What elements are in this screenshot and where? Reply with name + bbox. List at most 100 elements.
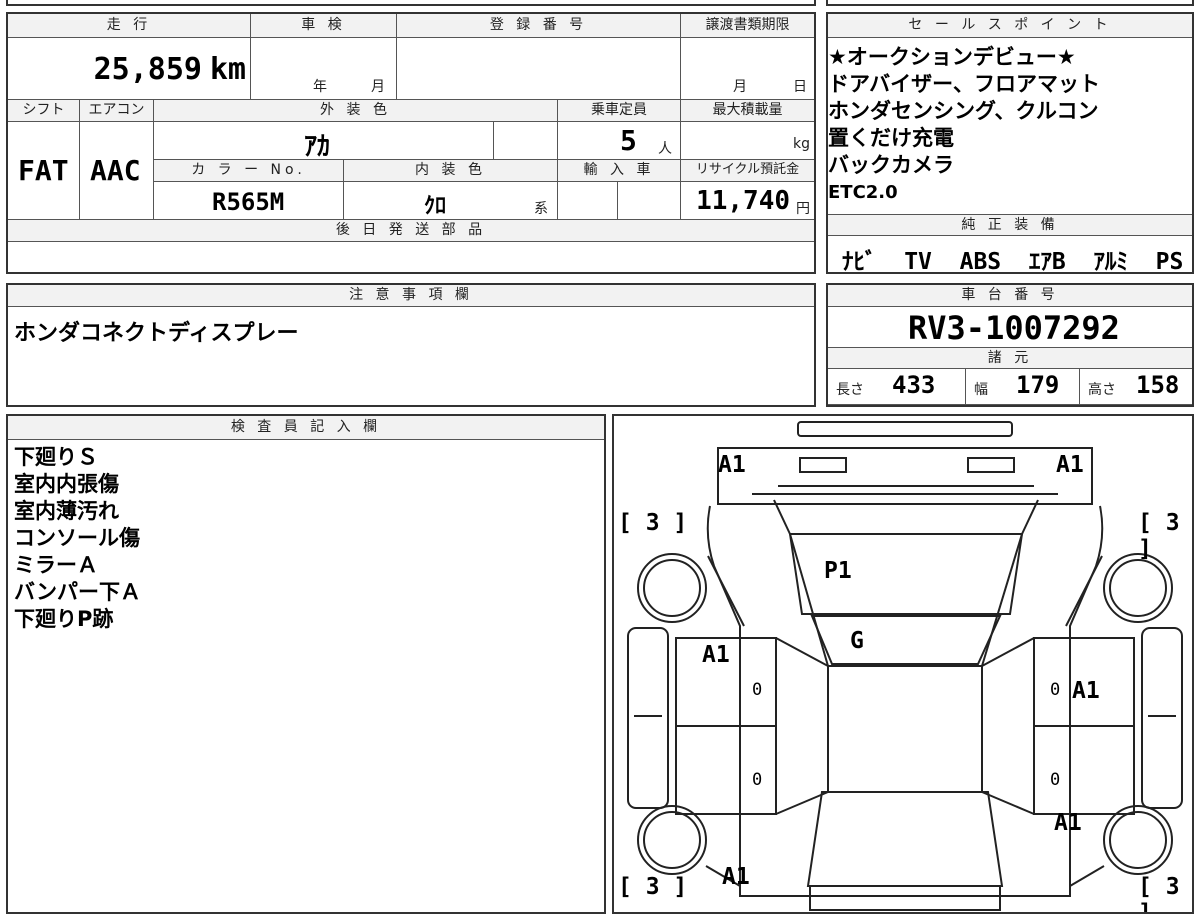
length-cell: 長さ 433 <box>828 369 966 405</box>
inspector-item: 室内薄汚れ <box>14 499 119 523</box>
mileage-cell: 25,859 km <box>8 38 251 100</box>
equipment-list: ﾅﾋﾞ TV ABS ｴｱB ｱﾙﾐ PS PW <box>842 242 1200 276</box>
inspector-item: コンソール傷 <box>14 526 140 550</box>
registration-header: 登 録 番 号 <box>397 14 681 38</box>
chassis-number: RV3-1007292 <box>908 309 1120 347</box>
equipment-item: ABS <box>959 249 1002 275</box>
exterior-value: ｱｶ <box>304 132 331 162</box>
shift-header: シフト <box>8 100 80 122</box>
tire-rear-left: [ 3 ] <box>618 874 688 900</box>
notes-text: ホンダコネクトディスプレー <box>14 321 299 346</box>
length-value: 433 <box>892 371 936 399</box>
inspector-item: 室内内張傷 <box>14 472 119 496</box>
tire-front-right: [ 3 ] <box>1138 510 1180 562</box>
sales-point-item: バックカメラ <box>828 153 954 177</box>
damage-map: A1 A1 [ 3 ] [ 3 ] P1 G A1 0 0 A1 0 0 A1 … <box>612 414 1194 914</box>
inspector-item: 下廻りP跡 <box>14 607 114 631</box>
width-label: 幅 <box>974 382 988 398</box>
interior-cell: ｸﾛ 系 <box>344 182 558 220</box>
damage-left-front-door: A1 <box>702 642 730 668</box>
chassis-header: 車 台 番 号 <box>828 285 1192 307</box>
tire-rear-right: [ 3 ] <box>1138 874 1180 914</box>
inspector-item: ミラーＡ <box>14 553 98 577</box>
interior-value: ｸﾛ <box>424 194 447 219</box>
transfer-day-unit: 日 <box>793 79 807 95</box>
length-label: 長さ <box>836 382 864 398</box>
recycle-cell: 11,740 円 <box>681 182 814 220</box>
tire-front-left: [ 3 ] <box>618 510 688 536</box>
car-diagram <box>627 421 1183 911</box>
height-cell: 高さ 158 <box>1080 369 1192 405</box>
aircon-header: エアコン <box>80 100 154 122</box>
inspector-item: 下廻りＳ <box>14 445 98 469</box>
damage-rear-left: A1 <box>722 864 750 890</box>
transfer-month-unit: 月 <box>733 79 747 95</box>
notes-box: 注 意 事 項 欄 ホンダコネクトディスプレー <box>6 283 816 407</box>
maxload-unit: kg <box>793 136 810 152</box>
equipment-item: ﾅﾋﾞ <box>842 249 877 275</box>
equipment-header: 純 正 装 備 <box>828 214 1192 236</box>
sales-point-item: 置くだけ充電 <box>828 126 954 150</box>
interior-unit: 系 <box>534 201 548 217</box>
recycle-header: リサイクル預託金 <box>681 160 814 182</box>
top-strip-right <box>826 0 1194 6</box>
sales-point-item: ドアバイザー、フロアマット <box>828 72 1100 96</box>
transfer-deadline-header: 譲渡書類期限 <box>681 14 814 38</box>
sales-point-item: ホンダセンシング、クルコン <box>828 99 1099 123</box>
inspector-header: 検 査 員 記 入 欄 <box>8 416 604 440</box>
recycle-unit: 円 <box>796 201 810 217</box>
inspection-header: 車 検 <box>251 14 397 38</box>
notes-header: 注 意 事 項 欄 <box>8 285 814 307</box>
recycle-value: 11,740 <box>696 186 790 216</box>
registration-cell <box>397 38 681 100</box>
exterior-cell: ｱｶ <box>154 122 494 162</box>
sales-point-item: ETC2.0 <box>828 182 898 203</box>
exterior-header: 外 装 色 <box>154 100 558 122</box>
width-cell: 幅 179 <box>966 369 1080 405</box>
capacity-unit: 人 <box>658 141 672 157</box>
capacity-value: 5 <box>620 124 637 157</box>
inspector-list: 下廻りＳ 室内内張傷 室内薄汚れ コンソール傷 ミラーＡ バンパー下Ａ 下廻りP… <box>14 444 141 633</box>
damage-hood: G <box>850 628 864 654</box>
aircon-cell: AAC <box>80 122 154 220</box>
zero-left-front: 0 <box>752 680 763 700</box>
inspector-item: バンパー下Ａ <box>14 580 142 604</box>
zero-right-rear: 0 <box>1050 770 1061 790</box>
inspection-month-unit: 月 <box>371 79 385 95</box>
sales-points-header: セ ー ル ス ポ イ ン ト <box>828 14 1192 38</box>
aircon-value: AAC <box>90 154 141 187</box>
import-cell-a <box>558 182 618 220</box>
interior-header: 内 装 色 <box>344 160 558 182</box>
later-parts-header: 後 日 発 送 部 品 <box>8 220 814 242</box>
damage-right-rear: A1 <box>1054 810 1082 836</box>
capacity-header: 乗車定員 <box>558 100 681 122</box>
inspector-box: 検 査 員 記 入 欄 下廻りＳ 室内内張傷 室内薄汚れ コンソール傷 ミラーＡ… <box>6 414 606 914</box>
sales-points-list: ★オークションデビュー★ ドアバイザー、フロアマット ホンダセンシング、クルコン… <box>828 44 1100 206</box>
damage-right-front-door: A1 <box>1072 678 1100 704</box>
exterior-extra-cell <box>494 122 558 160</box>
zero-left-rear: 0 <box>752 770 763 790</box>
equipment-item: PS <box>1155 249 1184 275</box>
top-strip <box>6 0 816 6</box>
sales-points: セ ー ル ス ポ イ ン ト ★オークションデビュー★ ドアバイザー、フロアマ… <box>826 12 1194 275</box>
width-value: 179 <box>1016 371 1060 399</box>
colorno-header: カ ラ ー No. <box>154 160 344 182</box>
shift-value: FAT <box>18 154 69 187</box>
chassis-box: 車 台 番 号 RV3-1007292 諸 元 長さ 433 幅 179 高さ … <box>826 283 1194 407</box>
height-value: 158 <box>1136 371 1180 399</box>
damage-front-left: A1 <box>718 452 746 478</box>
inspection-year-unit: 年 <box>313 79 327 95</box>
equipment-item: TV <box>904 249 932 275</box>
sales-point-item: ★オークションデビュー★ <box>828 45 1076 69</box>
maxload-cell: kg <box>681 122 814 160</box>
dims-header: 諸 元 <box>828 347 1192 369</box>
spec-table: 走 行 車 検 登 録 番 号 譲渡書類期限 25,859 km 年 月 月 日… <box>6 12 816 274</box>
mileage-unit: km <box>209 52 246 87</box>
transfer-deadline-cell: 月 日 <box>681 38 814 100</box>
mileage-header: 走 行 <box>8 14 251 38</box>
import-header: 輸 入 車 <box>558 160 681 182</box>
import-cell-b <box>618 182 681 220</box>
maxload-header: 最大積載量 <box>681 100 814 122</box>
height-label: 高さ <box>1088 382 1116 398</box>
mileage-value: 25,859 <box>93 52 202 87</box>
